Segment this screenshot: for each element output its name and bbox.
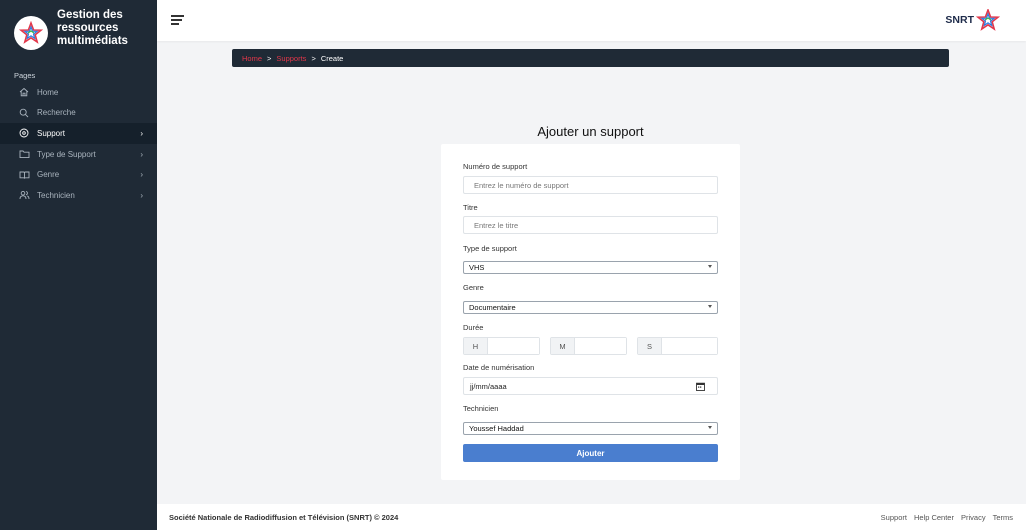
sidebar-item-technicien[interactable]: Technicien › bbox=[0, 185, 157, 206]
sidebar-item-label: Support bbox=[37, 128, 66, 138]
technicien-select-value: Youssef Haddad bbox=[469, 424, 524, 433]
sidebar-item-home[interactable]: Home bbox=[0, 82, 157, 103]
menu-toggle-icon[interactable] bbox=[171, 15, 184, 26]
technicien-label: Technicien bbox=[463, 404, 499, 413]
date-label: Date de numérisation bbox=[463, 363, 535, 372]
sidebar-item-label: Recherche bbox=[37, 108, 76, 118]
genre-select[interactable]: Documentaire bbox=[463, 301, 718, 314]
page-title: Ajouter un support bbox=[537, 124, 644, 139]
genre-select-value: Documentaire bbox=[469, 303, 516, 312]
breadcrumb-separator: > bbox=[311, 53, 316, 63]
breadcrumb-home[interactable]: Home bbox=[242, 54, 262, 63]
duree-hours-input[interactable] bbox=[488, 338, 539, 354]
date-input-value: jj/mm/aaaa bbox=[470, 381, 507, 391]
caret-down-icon bbox=[708, 265, 712, 268]
sidebar-item-genre[interactable]: Genre › bbox=[0, 164, 157, 185]
sidebar-item-recherche[interactable]: Recherche bbox=[0, 103, 157, 124]
duree-label: Durée bbox=[463, 323, 484, 332]
genre-label: Genre bbox=[463, 283, 484, 292]
duree-seconds-group: S bbox=[637, 337, 718, 355]
home-icon bbox=[18, 86, 30, 98]
sidebar-item-type-de-support[interactable]: Type de Support › bbox=[0, 144, 157, 165]
breadcrumb-current: Create bbox=[320, 53, 344, 63]
technicien-select[interactable]: Youssef Haddad bbox=[463, 422, 718, 435]
breadcrumb-separator: > bbox=[267, 53, 272, 63]
duree-seconds-prefix: S bbox=[638, 338, 662, 354]
folder-icon bbox=[18, 148, 30, 160]
type-select-value: VHS bbox=[469, 263, 485, 272]
duree-minutes-input[interactable] bbox=[575, 338, 626, 354]
chevron-right-icon: › bbox=[140, 128, 143, 138]
disc-icon bbox=[18, 127, 30, 139]
calendar-icon[interactable] bbox=[696, 382, 705, 391]
numero-label: Numéro de support bbox=[463, 162, 528, 171]
sidebar-brand: Gestion des ressources multimédiats bbox=[0, 0, 157, 62]
sidebar-item-label: Home bbox=[37, 87, 59, 97]
footer-links: Support Help Center Privacy Terms bbox=[874, 513, 1013, 522]
app-title: Gestion des ressources multimédiats bbox=[57, 9, 128, 47]
footer: Société Nationale de Radiodiffusion et T… bbox=[157, 504, 1026, 530]
users-icon bbox=[18, 189, 30, 201]
sidebar-item-label: Technicien bbox=[37, 190, 75, 200]
sidebar-item-label: Type de Support bbox=[37, 149, 96, 159]
brand-name: SNRT bbox=[945, 14, 974, 26]
caret-down-icon bbox=[708, 305, 712, 308]
footer-link-privacy[interactable]: Privacy bbox=[961, 513, 986, 522]
support-form: Numéro de support Entrez le numéro de su… bbox=[441, 144, 740, 480]
duree-hours-group: H bbox=[463, 337, 540, 355]
chevron-right-icon: › bbox=[140, 170, 143, 180]
snrt-logo[interactable] bbox=[14, 16, 48, 50]
date-input[interactable]: jj/mm/aaaa bbox=[463, 377, 718, 395]
type-select[interactable]: VHS bbox=[463, 261, 718, 274]
sidebar-section-label: Pages bbox=[14, 71, 36, 80]
footer-link-support[interactable]: Support bbox=[881, 513, 907, 522]
sidebar-item-support[interactable]: Support › bbox=[0, 123, 157, 144]
breadcrumb-supports[interactable]: Supports bbox=[276, 54, 306, 63]
numero-input[interactable]: Entrez le numéro de support bbox=[463, 176, 718, 194]
duree-minutes-group: M bbox=[550, 337, 627, 355]
breadcrumb: Home > Supports > Create bbox=[232, 49, 949, 67]
ajouter-button[interactable]: Ajouter bbox=[463, 444, 718, 462]
duree-hours-prefix: H bbox=[464, 338, 488, 354]
sidebar-item-label: Genre bbox=[37, 170, 60, 180]
chevron-right-icon: › bbox=[140, 190, 143, 200]
titre-label: Titre bbox=[463, 203, 478, 212]
book-icon bbox=[18, 169, 30, 181]
caret-down-icon bbox=[708, 426, 712, 429]
top-bar: SNRT bbox=[157, 0, 1026, 41]
footer-link-help-center[interactable]: Help Center bbox=[914, 513, 954, 522]
type-label: Type de support bbox=[463, 244, 517, 253]
star-logo-icon bbox=[19, 21, 43, 44]
duree-seconds-input[interactable] bbox=[662, 338, 717, 354]
search-icon bbox=[18, 107, 30, 119]
footer-link-terms[interactable]: Terms bbox=[993, 513, 1013, 522]
chevron-right-icon: › bbox=[140, 149, 143, 159]
duree-minutes-prefix: M bbox=[551, 338, 575, 354]
sidebar: Gestion des ressources multimédiats Page… bbox=[0, 0, 157, 530]
star-logo-icon bbox=[976, 9, 1000, 31]
titre-input[interactable]: Entrez le titre bbox=[463, 216, 718, 234]
header-brand[interactable]: SNRT bbox=[945, 9, 1000, 31]
copyright-text: Société Nationale de Radiodiffusion et T… bbox=[169, 513, 399, 522]
